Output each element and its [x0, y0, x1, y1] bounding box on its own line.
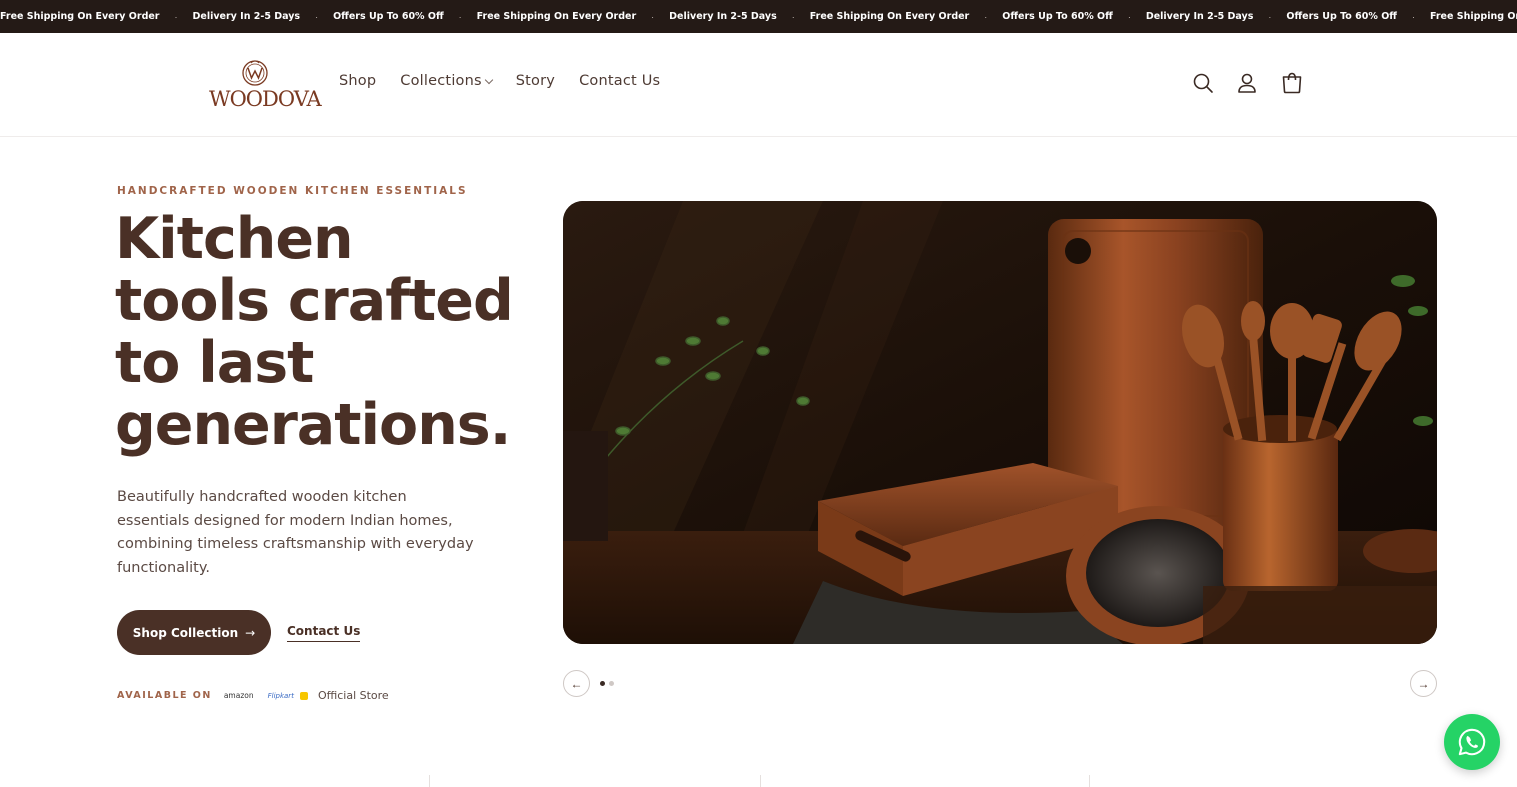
carousel-dot[interactable] — [609, 681, 614, 686]
search-icon[interactable] — [1191, 71, 1215, 95]
carousel-prev-button[interactable]: ← — [563, 670, 590, 697]
announcement-separator: · — [1127, 11, 1131, 22]
nav-shop[interactable]: Shop — [339, 73, 376, 89]
section-divider — [1089, 775, 1090, 787]
section-divider — [429, 775, 430, 787]
amazon-logo[interactable]: amazon — [224, 691, 254, 700]
logo-emblem-icon — [242, 60, 268, 86]
available-on-label: AVAILABLE ON — [117, 690, 212, 701]
nav-story[interactable]: Story — [516, 73, 555, 89]
nav-contact-label: Contact Us — [579, 73, 661, 89]
announcement-bar: Free Shipping On Every Order · Delivery In… — [0, 0, 1517, 33]
announcement-separator: · — [984, 11, 988, 22]
headline-line: tools crafted — [115, 268, 514, 334]
announcement-separator: · — [1411, 11, 1415, 22]
arrow-left-icon: ← — [570, 676, 583, 691]
available-on-row: AVAILABLE ON amazon Flipkart Official St… — [117, 689, 389, 702]
headline-line: generations. — [115, 392, 511, 458]
wooden-kitchenware-photo — [563, 201, 1437, 644]
hero-eyebrow: HANDCRAFTED WOODEN KITCHEN ESSENTIALS — [117, 185, 468, 197]
nav-collections[interactable]: Collections — [400, 73, 494, 89]
shop-collection-label: Shop Collection — [132, 625, 239, 640]
announcement-item: Offers Up To 60% Off — [1002, 11, 1113, 22]
carousel-dot-active[interactable] — [600, 681, 605, 686]
hero-slide-image — [563, 201, 1437, 644]
main-nav: Shop Collections Story Contact Us — [339, 73, 684, 89]
announcement-item: Free Shipping On Every Order — [809, 11, 970, 22]
nav-contact[interactable]: Contact Us — [579, 73, 660, 89]
account-icon[interactable] — [1235, 71, 1259, 95]
whatsapp-chat-button[interactable] — [1444, 714, 1500, 770]
announcement-separator: · — [651, 11, 655, 22]
official-store-label[interactable]: Official Store — [318, 689, 389, 702]
announcement-item: Delivery In 2-5 Days — [669, 11, 777, 22]
brand-logo[interactable]: WOODOVA — [205, 59, 322, 111]
announcement-item: Offers Up To 60% Off — [1286, 11, 1397, 22]
announcement-separator: · — [791, 11, 795, 22]
shop-collection-button[interactable]: Shop Collection → — [117, 610, 271, 655]
site-header: WOODOVA Shop Collections Story Contact U… — [0, 33, 1517, 137]
headline-line: Kitchen — [115, 206, 354, 272]
whatsapp-icon — [1458, 728, 1486, 756]
carousel-next-button[interactable]: → — [1410, 670, 1437, 697]
announcement-separator: · — [315, 11, 319, 22]
arrow-right-icon: → — [245, 625, 256, 640]
logo-wordmark: WOODOVA — [209, 87, 322, 111]
hero-description: Beautifully handcrafted wooden kitchen e… — [117, 489, 474, 576]
announcement-track: Free Shipping On Every Order · Delivery In… — [0, 0, 1517, 33]
nav-collections-label: Collections — [400, 73, 482, 89]
nav-shop-label: Shop — [339, 73, 377, 89]
arrow-right-icon: → — [1417, 676, 1430, 691]
cart-icon[interactable] — [1280, 71, 1304, 95]
chevron-down-icon — [484, 75, 494, 84]
announcement-item: Delivery In 2-5 Days — [192, 11, 301, 22]
announcement-item: Offers Up To 60% Off — [333, 11, 444, 22]
announcement-item: Free Shipping On Every Ord — [1429, 11, 1517, 22]
flipkart-logo[interactable]: Flipkart — [268, 692, 294, 700]
announcement-item: Delivery In 2-5 Days — [1145, 11, 1254, 22]
flipkart-badge-icon — [299, 691, 308, 700]
nav-story-label: Story — [515, 73, 556, 89]
section-divider — [760, 775, 761, 787]
hero-headline: Kitchen tools crafted to last generation… — [115, 208, 535, 456]
announcement-separator: · — [1268, 11, 1272, 22]
announcement-item: Free Shipping On Every Order — [0, 11, 160, 22]
announcement-separator: · — [174, 11, 178, 22]
headline-line: to last — [115, 330, 314, 396]
contact-us-link[interactable]: Contact Us — [287, 624, 361, 642]
announcement-separator: · — [458, 11, 462, 22]
announcement-item: Free Shipping On Every Order — [476, 11, 637, 22]
